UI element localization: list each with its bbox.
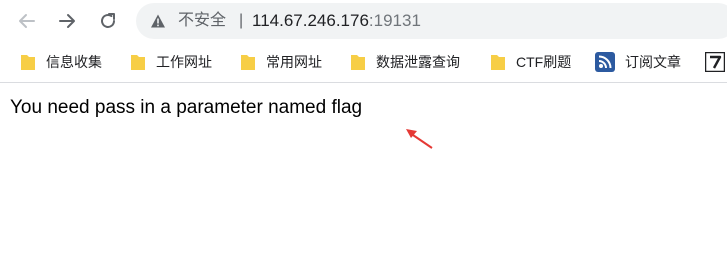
warning-icon[interactable] [150,13,166,29]
bookmark-site[interactable] [705,50,725,74]
bookmark-label: 信息收集 [46,54,102,70]
bookmark-label: 订阅文章 [625,54,681,70]
back-arrow-icon [19,14,35,28]
address-bar[interactable]: 不安全 | 114.67.246.176:19131 [136,3,727,39]
reload-button[interactable] [94,7,122,35]
bookmark-label: 常用网址 [266,54,322,70]
bookmark-subscribe-articles[interactable]: 订阅文章 [595,50,681,74]
url-text[interactable]: 114.67.246.176:19131 [252,11,421,31]
security-status-label[interactable]: 不安全 [178,11,226,31]
url-port: :19131 [368,11,421,30]
back-button[interactable] [13,7,41,35]
bookmark-folder-info-collection[interactable]: 信息收集 [20,50,102,74]
folder-icon [131,55,145,70]
bookmark-folder-common-sites[interactable]: 常用网址 [240,50,322,74]
folder-icon [351,55,365,70]
browser-toolbar: 不安全 | 114.67.246.176:19131 [0,0,727,42]
site-favicon [705,52,725,72]
forward-button[interactable] [53,7,81,35]
reload-icon [101,13,115,28]
bookmark-label: 数据泄露查询 [376,54,460,70]
folder-icon [491,55,505,70]
bookmark-label: 工作网址 [156,54,212,70]
bookmark-folder-ctf[interactable]: CTF刷题 [490,50,571,74]
url-host: 114.67.246.176 [252,11,369,30]
folder-icon [21,55,35,70]
bookmarks-bar: 信息收集 工作网址 常用网址 数据泄露查询 CTF刷题 订阅文章 [0,42,727,83]
folder-icon [241,55,255,70]
address-separator: | [239,12,244,29]
page-message: You need pass in a parameter named flag [10,97,363,118]
forward-arrow-icon [59,14,75,28]
red-annotation-arrow [406,129,433,149]
bookmark-label: CTF刷题 [516,54,572,70]
bookmark-folder-data-leak-lookup[interactable]: 数据泄露查询 [350,50,460,74]
rss-site-icon [595,52,615,72]
bookmark-folder-work-sites[interactable]: 工作网址 [130,50,212,74]
